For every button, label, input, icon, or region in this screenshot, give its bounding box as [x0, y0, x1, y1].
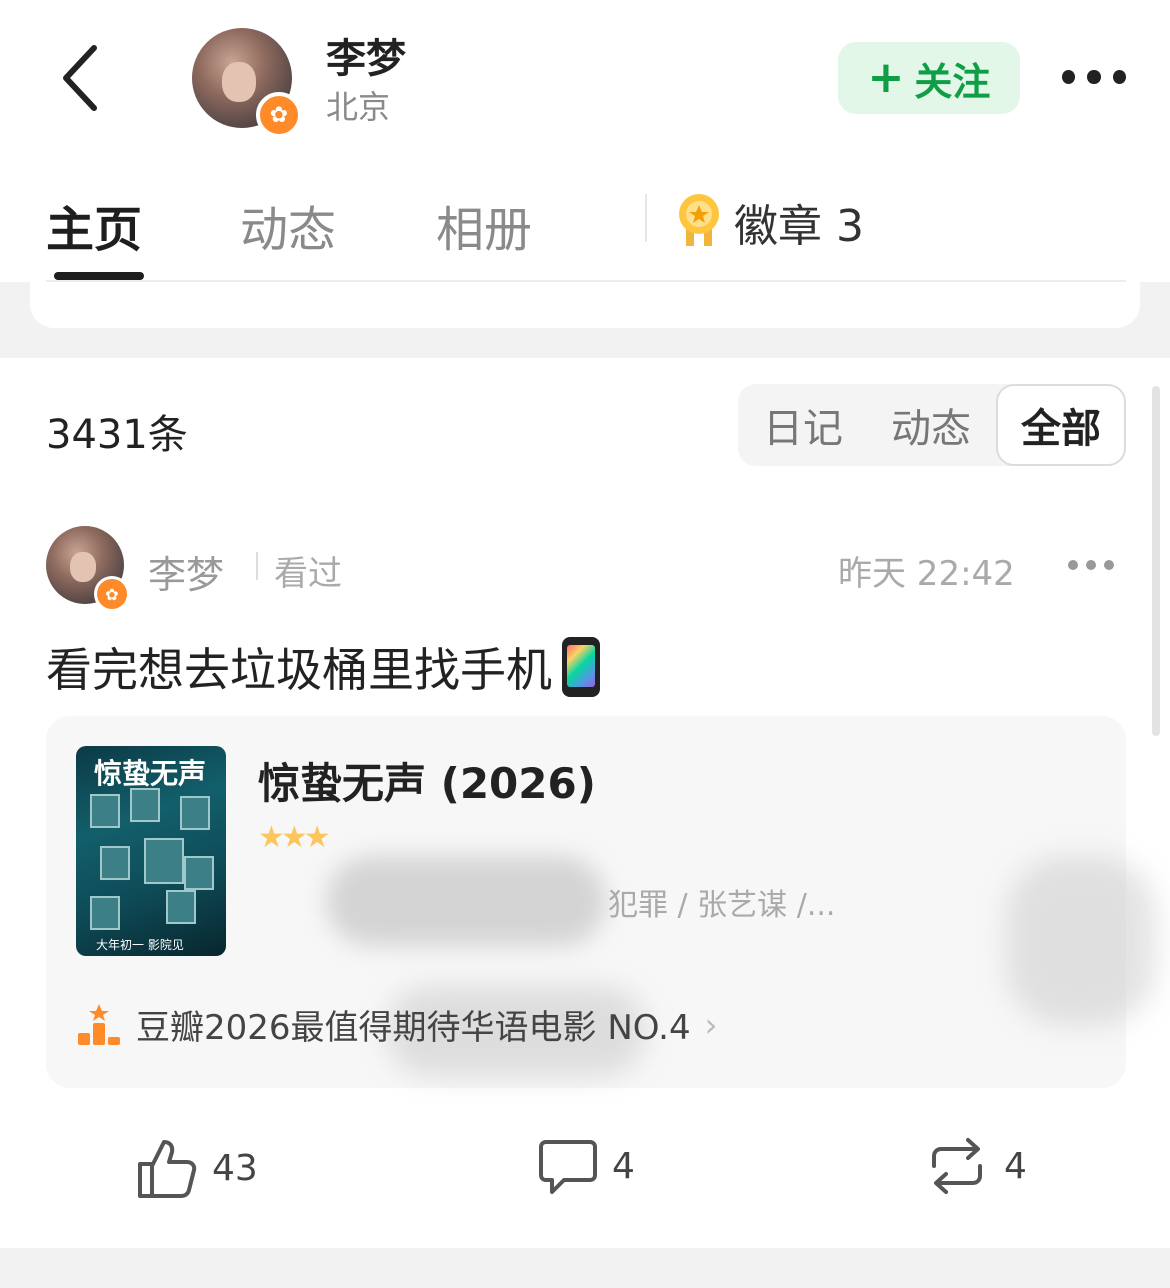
mobile-phone-emoji-icon [562, 637, 600, 697]
ranking-podium-icon [78, 1003, 120, 1045]
ranking-text: 豆瓣2026最值得期待华语电影 NO.4 [136, 1008, 691, 1048]
feed-filter: 日记 动态 全部 [738, 384, 1126, 466]
medal-icon [679, 194, 719, 246]
filter-activity[interactable]: 动态 [866, 384, 996, 466]
rating-stars-icon: ★★★ [258, 820, 331, 855]
post-timestamp: 昨天 22:42 [838, 554, 1015, 594]
feed-bottom-separator [0, 1248, 1170, 1288]
tab-home[interactable]: 主页 [46, 190, 142, 260]
poster-caption: 大年初一 影院见 [96, 938, 184, 952]
post-meta-divider [256, 552, 258, 580]
movie-card[interactable]: 惊蛰无声 大年初一 影院见 惊蛰无声 (2026) ★★★ 犯罪 / 张艺谋 /… [46, 716, 1156, 1088]
plus-icon: + [867, 52, 905, 103]
tab-badges[interactable]: 徽章 3 [734, 190, 864, 254]
more-options-icon[interactable] [1062, 70, 1126, 86]
post-count: 3431条 [46, 412, 188, 458]
movie-ranking-link[interactable]: 豆瓣2026最值得期待华语电影 NO.4 › [76, 1000, 717, 1049]
profile-card-bottom [30, 282, 1140, 328]
verified-star-badge-icon: ✿ [94, 576, 130, 612]
movie-meta: 犯罪 / 张艺谋 /... [608, 888, 836, 923]
verified-star-badge-icon: ✿ [256, 92, 302, 138]
scrollbar[interactable] [1152, 386, 1160, 736]
profile-tabs: 主页 动态 相册 徽章 3 [0, 160, 1170, 282]
filter-diary[interactable]: 日记 [738, 384, 868, 466]
like-count: 43 [212, 1147, 258, 1189]
tab-album[interactable]: 相册 [436, 190, 532, 260]
comment-bubble-icon [539, 1140, 597, 1194]
redaction-blur [326, 856, 606, 946]
repost-arrows-icon [932, 1138, 982, 1194]
repost-button[interactable]: 4 [924, 1136, 1027, 1196]
profile-name: 李梦 [326, 36, 406, 82]
post-more-icon[interactable] [1068, 560, 1114, 570]
badges-count: 3 [836, 201, 864, 252]
back-chevron-icon[interactable] [52, 40, 112, 116]
post-author-name[interactable]: 李梦 [148, 544, 224, 599]
follow-label: 关注 [914, 59, 991, 104]
post-action: 看过 [274, 554, 342, 594]
chevron-right-icon: › [704, 1005, 718, 1044]
comment-count: 4 [612, 1145, 635, 1187]
post-text: 看完想去垃圾桶里找手机 [46, 643, 552, 697]
like-button[interactable]: 43 [136, 1136, 258, 1200]
movie-poster[interactable]: 惊蛰无声 大年初一 影院见 [76, 746, 226, 956]
comment-button[interactable]: 4 [538, 1136, 635, 1196]
thumbs-up-icon [138, 1140, 197, 1198]
active-tab-indicator [54, 272, 144, 280]
post-body: 看完想去垃圾桶里找手机 [46, 634, 600, 700]
redaction-blur [1006, 856, 1156, 1026]
profile-location: 北京 [326, 88, 391, 126]
tab-divider [645, 194, 647, 242]
filter-all[interactable]: 全部 [996, 384, 1126, 466]
movie-title: 惊蛰无声 (2026) [258, 759, 596, 808]
poster-title: 惊蛰无声 [94, 757, 207, 790]
follow-button[interactable]: + 关注 [838, 42, 1020, 114]
profile-header: ✿ 李梦 北京 + 关注 [0, 0, 1170, 160]
repost-count: 4 [1004, 1145, 1027, 1187]
section-separator [0, 282, 1170, 358]
badges-label: 徽章 [734, 201, 822, 252]
tab-activity[interactable]: 动态 [240, 190, 336, 260]
